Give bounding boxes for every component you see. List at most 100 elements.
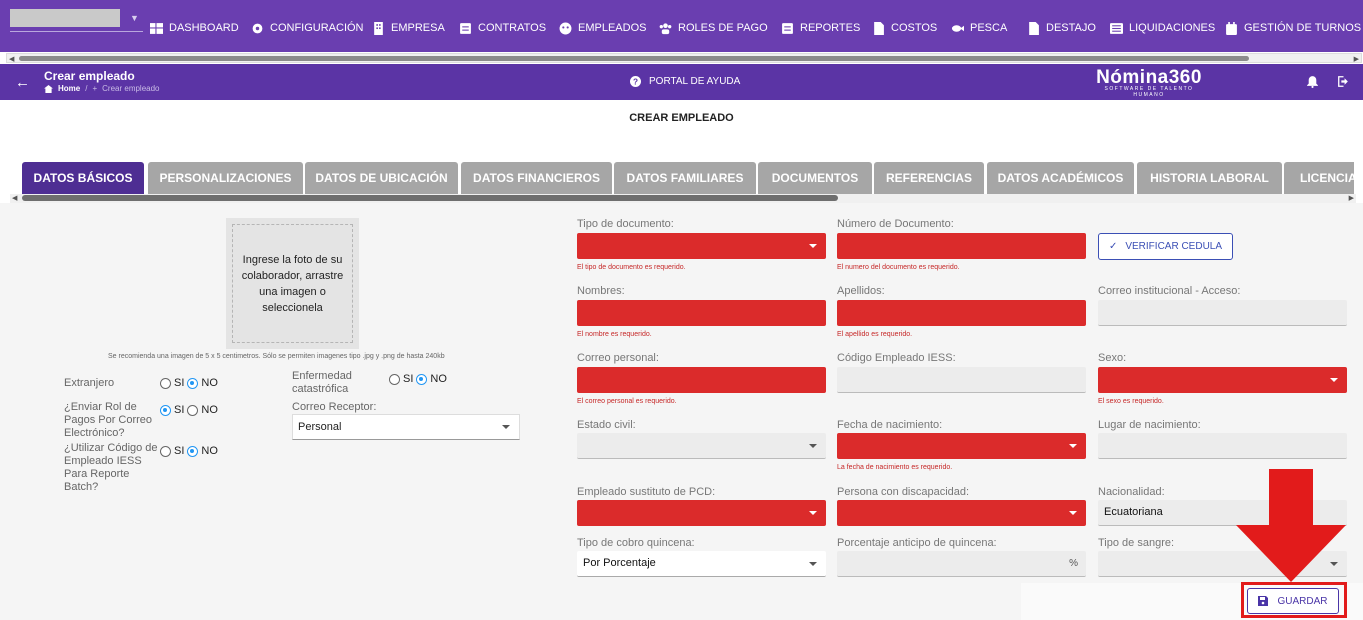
nav-empresa[interactable]: EMPRESA xyxy=(372,20,445,36)
guardar-button[interactable]: GUARDAR xyxy=(1247,588,1339,614)
tab-personalizaciones[interactable]: PERSONALIZACIONES xyxy=(148,162,303,194)
tipo-sangre-label: Tipo de sangre: xyxy=(1098,537,1175,549)
correo-institucional-label: Correo institucional - Acceso: xyxy=(1098,285,1241,297)
scrollbar-thumb[interactable] xyxy=(22,195,838,201)
numero-documento-input[interactable] xyxy=(837,233,1086,259)
verificar-cedula-button[interactable]: ✓ VERIFICAR CEDULA xyxy=(1098,233,1233,260)
check-icon: ✓ xyxy=(1108,241,1118,252)
radio-no[interactable] xyxy=(187,377,199,389)
scroll-left-icon[interactable]: ◀ xyxy=(12,194,17,202)
company-selector[interactable] xyxy=(10,9,120,27)
nav-liquidaciones[interactable]: LIQUIDACIONES xyxy=(1110,20,1215,36)
codigo-iess-input[interactable] xyxy=(837,367,1086,393)
scroll-left-icon[interactable]: ◀ xyxy=(9,55,14,63)
radio-no[interactable] xyxy=(187,445,199,457)
breadcrumb-home[interactable]: Home xyxy=(58,84,80,93)
sustituto-pcd-select[interactable] xyxy=(577,500,826,526)
fish-icon xyxy=(951,24,964,32)
radio-no[interactable] xyxy=(187,404,199,416)
enviar-rol-radio-group: SI NO xyxy=(160,404,218,416)
tab-documentos[interactable]: DOCUMENTOS xyxy=(758,162,872,194)
radio-si-label: SI xyxy=(174,404,185,416)
nav-dashboard[interactable]: DASHBOARD xyxy=(150,20,239,36)
correo-receptor-label: Correo Receptor: xyxy=(292,401,377,413)
scrollbar-thumb[interactable] xyxy=(19,56,1249,61)
discapacidad-label: Persona con discapacidad: xyxy=(837,486,970,498)
sexo-error: El sexo es requerido. xyxy=(1098,398,1164,405)
lugar-nacimiento-label: Lugar de nacimiento: xyxy=(1098,419,1201,431)
radio-no[interactable] xyxy=(416,373,428,385)
sustituto-pcd-label: Empleado sustituto de PCD: xyxy=(577,486,716,498)
nav-reportes[interactable]: REPORTES xyxy=(781,20,860,36)
scroll-right-icon[interactable]: ▶ xyxy=(1349,194,1354,202)
nav-label: COSTOS xyxy=(891,22,938,34)
estado-civil-select[interactable] xyxy=(577,433,826,459)
enfermedad-label: Enfermedad catastrófica xyxy=(292,370,352,395)
bell-icon[interactable] xyxy=(1306,75,1319,88)
guardar-label: GUARDAR xyxy=(1277,595,1328,607)
nav-label: EMPRESA xyxy=(391,22,445,34)
porcentaje-anticipo-input[interactable]: % xyxy=(837,551,1086,577)
logout-icon[interactable] xyxy=(1337,75,1350,88)
nav-costos[interactable]: COSTOS xyxy=(872,20,937,36)
tipo-documento-select[interactable] xyxy=(577,233,826,259)
radio-si[interactable] xyxy=(160,445,171,457)
help-portal-link[interactable]: ? PORTAL DE AYUDA xyxy=(630,76,740,87)
nav-scrollbar[interactable]: ◀ ▶ xyxy=(6,53,1362,63)
nombres-input[interactable] xyxy=(577,300,826,326)
back-arrow-icon[interactable]: ← xyxy=(15,74,30,91)
file-icon xyxy=(874,21,884,35)
chevron-down-icon[interactable]: ▼ xyxy=(130,13,139,23)
discapacidad-select[interactable] xyxy=(837,500,1086,526)
enviar-rol-label: ¿Enviar Rol de Pagos Por Correo Electrón… xyxy=(64,401,153,439)
extranjero-radio-group: SI NO xyxy=(160,377,218,389)
list-icon xyxy=(1110,22,1123,34)
tipo-cobro-value: Por Porcentaje xyxy=(583,557,656,569)
radio-si[interactable] xyxy=(160,404,171,416)
fecha-nacimiento-select[interactable] xyxy=(837,433,1086,459)
sexo-select[interactable] xyxy=(1098,367,1347,393)
red-arrow-annotation xyxy=(1236,469,1346,582)
photo-dropzone[interactable]: Ingrese la foto de su colaborador, arras… xyxy=(232,224,353,343)
chevron-down-icon xyxy=(1330,378,1338,382)
tab-datos-academicos[interactable]: DATOS ACADÉMICOS xyxy=(987,162,1134,194)
utilizar-codigo-label: ¿Utilizar Código de Empleado IESS Para R… xyxy=(64,442,158,493)
contract-icon xyxy=(460,22,471,34)
tab-referencias[interactable]: REFERENCIAS xyxy=(874,162,984,194)
nav-pesca[interactable]: PESCA xyxy=(951,20,1007,36)
radio-si[interactable] xyxy=(160,377,171,389)
gear-icon xyxy=(252,23,263,33)
radio-si[interactable] xyxy=(389,373,400,385)
chevron-down-icon xyxy=(809,511,817,515)
tab-datos-basicos[interactable]: DATOS BÁSICOS xyxy=(22,162,144,194)
nav-gestion-turnos[interactable]: GESTIÓN DE TURNOS xyxy=(1225,20,1361,36)
form-title: CREAR EMPLEADO xyxy=(629,112,734,124)
tab-datos-ubicacion[interactable]: DATOS DE UBICACIÓN xyxy=(305,162,458,194)
nav-empleados[interactable]: EMPLEADOS xyxy=(559,20,646,36)
tab-datos-financieros[interactable]: DATOS FINANCIEROS xyxy=(461,162,612,194)
scroll-right-icon[interactable]: ▶ xyxy=(1354,55,1359,63)
nav-destajo[interactable]: DESTAJO xyxy=(1027,20,1096,36)
correo-institucional-input[interactable] xyxy=(1098,300,1347,326)
verificar-label: VERIFICAR CEDULA xyxy=(1125,241,1223,252)
tipo-cobro-select[interactable]: Por Porcentaje xyxy=(577,551,826,577)
correo-personal-input[interactable] xyxy=(577,367,826,393)
correo-receptor-select[interactable]: Personal xyxy=(292,414,520,440)
radio-si-label: SI xyxy=(174,377,185,389)
apellidos-input[interactable] xyxy=(837,300,1086,326)
tab-historia-laboral[interactable]: HISTORIA LABORAL xyxy=(1137,162,1282,194)
photo-upload[interactable]: Ingrese la foto de su colaborador, arras… xyxy=(226,218,359,349)
nacionalidad-value: Ecuatoriana xyxy=(1104,506,1163,518)
nombres-error: El nombre es requerido. xyxy=(577,331,652,338)
home-icon xyxy=(44,84,53,93)
help-icon: ? xyxy=(630,76,641,87)
tab-datos-familiares[interactable]: DATOS FAMILIARES xyxy=(614,162,756,194)
chevron-down-icon xyxy=(1069,511,1077,515)
svg-text:?: ? xyxy=(633,78,638,87)
nav-configuracion[interactable]: CONFIGURACIÓN xyxy=(251,20,364,36)
nav-contratos[interactable]: CONTRATOS xyxy=(459,20,546,36)
tabs-scrollbar[interactable]: ◀ ▶ xyxy=(10,194,1356,203)
tab-licencias[interactable]: LICENCIAS xyxy=(1284,162,1354,194)
lugar-nacimiento-input[interactable] xyxy=(1098,433,1347,459)
nav-roles-de-pago[interactable]: ROLES DE PAGO xyxy=(659,20,768,36)
